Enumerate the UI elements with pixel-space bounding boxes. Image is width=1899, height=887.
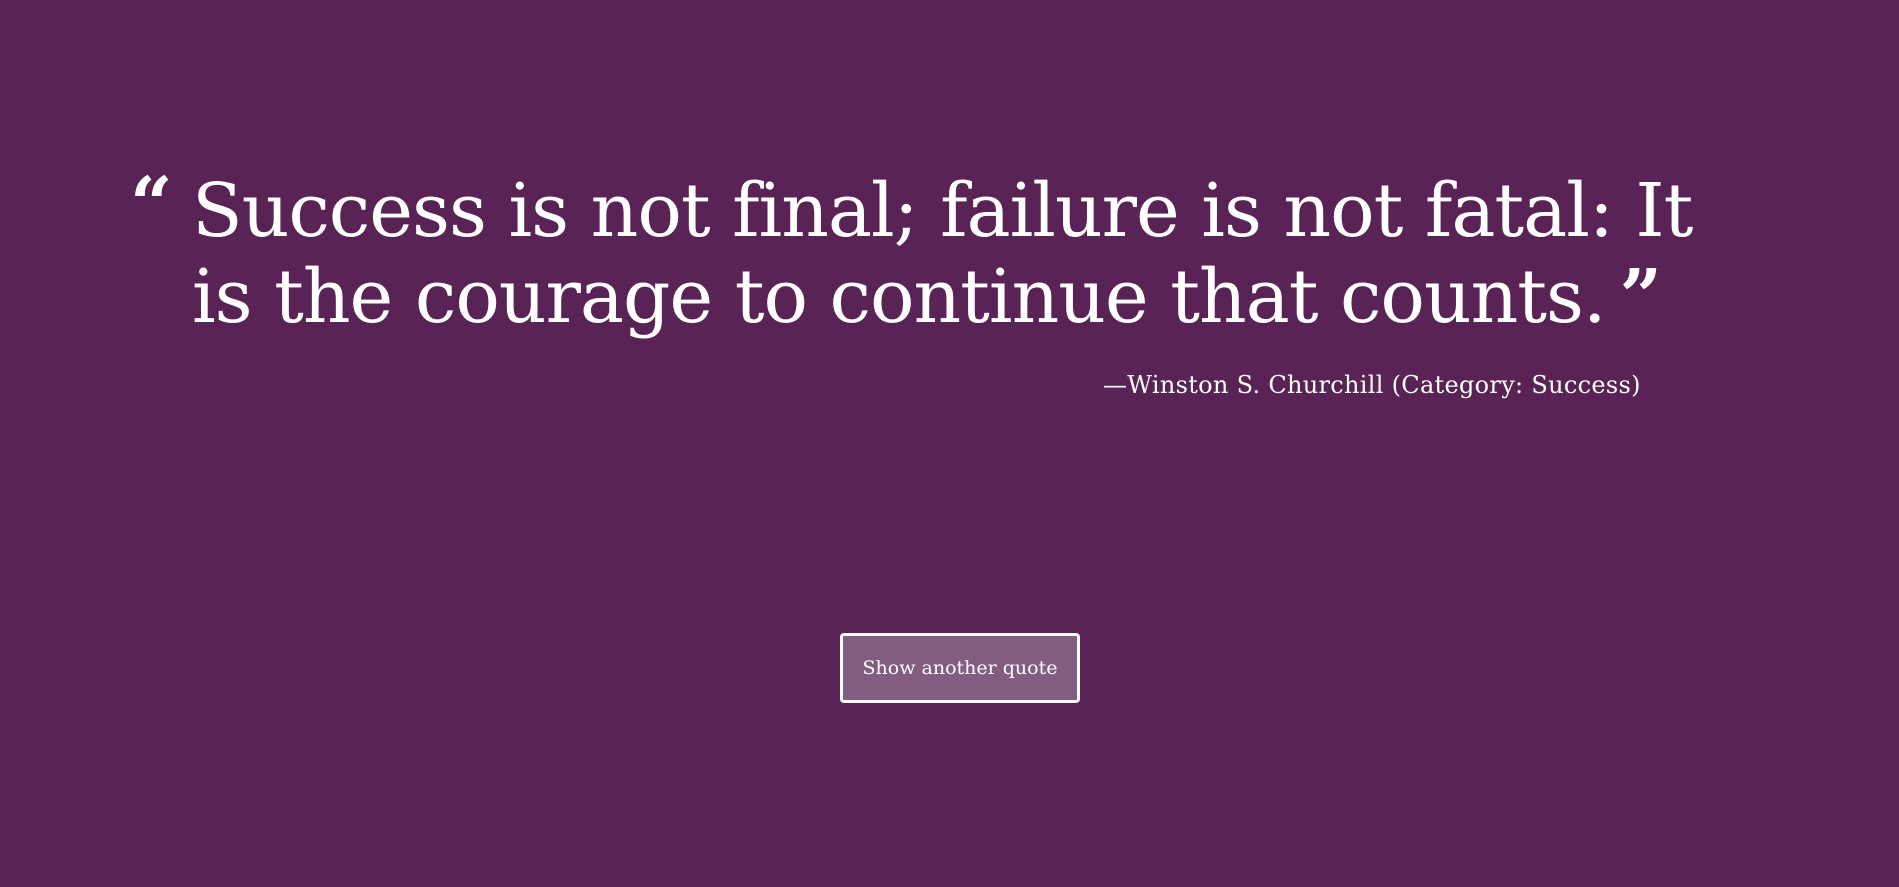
open-quote-icon: “ — [130, 162, 173, 248]
close-quote-icon: ” — [1619, 254, 1663, 340]
quote-page: “Success is not final; failure is not fa… — [0, 0, 1899, 887]
quote-attribution: —Winston S. Churchill (Category: Success… — [1103, 371, 1641, 399]
quote-block: “Success is not final; failure is not fa… — [130, 162, 1770, 340]
quote-text: Success is not final; failure is not fat… — [192, 168, 1693, 340]
show-another-quote-button[interactable]: Show another quote — [840, 633, 1080, 703]
quote-text-container: “Success is not final; failure is not fa… — [130, 162, 1770, 340]
